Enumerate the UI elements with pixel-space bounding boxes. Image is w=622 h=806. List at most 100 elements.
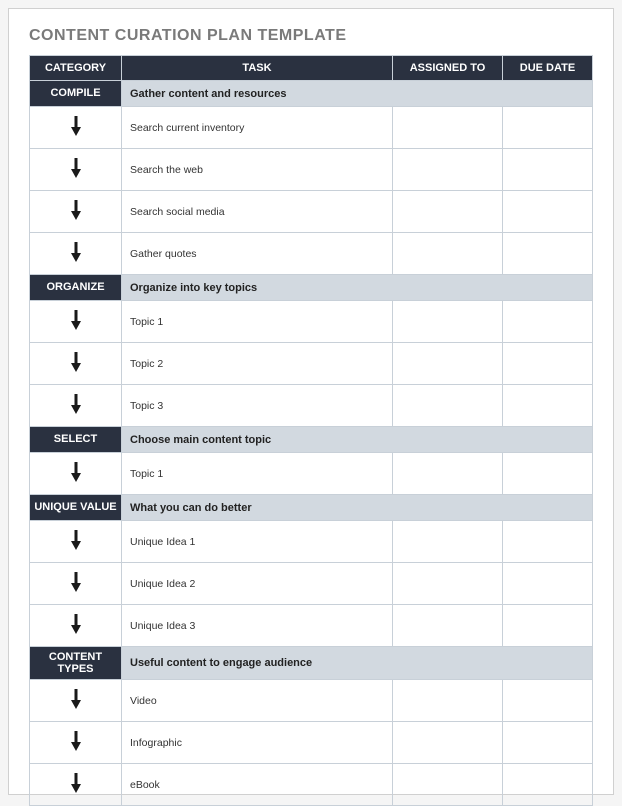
arrow-down-icon (68, 157, 84, 179)
assigned-cell (393, 301, 503, 343)
task-cell: Unique Idea 3 (122, 605, 393, 647)
due-cell (503, 191, 593, 233)
table-row: Unique Idea 3 (30, 605, 593, 647)
due-cell (503, 521, 593, 563)
task-cell: Video (122, 680, 393, 722)
task-cell: Gather quotes (122, 233, 393, 275)
assigned-cell (393, 343, 503, 385)
assigned-cell (393, 191, 503, 233)
assigned-cell (393, 107, 503, 149)
section-label: UNIQUE VALUE (30, 495, 122, 521)
due-cell (503, 343, 593, 385)
section-label: SELECT (30, 427, 122, 453)
section-header: CONTENT TYPESUseful content to engage au… (30, 647, 593, 680)
due-cell (503, 605, 593, 647)
arrow-down-icon (68, 351, 84, 373)
assigned-cell (393, 563, 503, 605)
row-icon-cell (30, 149, 122, 191)
col-assigned: ASSIGNED TO (393, 56, 503, 81)
table-row: Infographic (30, 722, 593, 764)
row-icon-cell (30, 385, 122, 427)
arrow-down-icon (68, 309, 84, 331)
task-cell: Search the web (122, 149, 393, 191)
row-icon-cell (30, 680, 122, 722)
task-cell: Infographic (122, 722, 393, 764)
table-row: Topic 1 (30, 301, 593, 343)
assigned-cell (393, 521, 503, 563)
task-cell: eBook (122, 764, 393, 806)
due-cell (503, 301, 593, 343)
page-title: CONTENT CURATION PLAN TEMPLATE (29, 27, 593, 45)
table-row: Video (30, 680, 593, 722)
arrow-down-icon (68, 199, 84, 221)
due-cell (503, 764, 593, 806)
row-icon-cell (30, 233, 122, 275)
row-icon-cell (30, 107, 122, 149)
task-cell: Search social media (122, 191, 393, 233)
row-icon-cell (30, 343, 122, 385)
section-header: SELECTChoose main content topic (30, 427, 593, 453)
table-row: Topic 2 (30, 343, 593, 385)
assigned-cell (393, 233, 503, 275)
arrow-down-icon (68, 529, 84, 551)
row-icon-cell (30, 191, 122, 233)
assigned-cell (393, 605, 503, 647)
row-icon-cell (30, 605, 122, 647)
due-cell (503, 233, 593, 275)
row-icon-cell (30, 521, 122, 563)
row-icon-cell (30, 453, 122, 495)
row-icon-cell (30, 563, 122, 605)
section-header: UNIQUE VALUEWhat you can do better (30, 495, 593, 521)
section-label: ORGANIZE (30, 275, 122, 301)
table-row: eBook (30, 764, 593, 806)
assigned-cell (393, 680, 503, 722)
section-desc: Choose main content topic (122, 427, 593, 453)
arrow-down-icon (68, 115, 84, 137)
plan-table: CATEGORY TASK ASSIGNED TO DUE DATE COMPI… (29, 55, 593, 806)
section-header: ORGANIZEOrganize into key topics (30, 275, 593, 301)
arrow-down-icon (68, 241, 84, 263)
task-cell: Unique Idea 2 (122, 563, 393, 605)
arrow-down-icon (68, 613, 84, 635)
assigned-cell (393, 722, 503, 764)
col-due: DUE DATE (503, 56, 593, 81)
arrow-down-icon (68, 688, 84, 710)
section-desc: Gather content and resources (122, 81, 593, 107)
task-cell: Unique Idea 1 (122, 521, 393, 563)
table-row: Unique Idea 2 (30, 563, 593, 605)
assigned-cell (393, 453, 503, 495)
due-cell (503, 680, 593, 722)
table-row: Search social media (30, 191, 593, 233)
assigned-cell (393, 764, 503, 806)
arrow-down-icon (68, 393, 84, 415)
section-desc: Useful content to engage audience (122, 647, 593, 680)
section-label: CONTENT TYPES (30, 647, 122, 680)
section-desc: What you can do better (122, 495, 593, 521)
due-cell (503, 563, 593, 605)
arrow-down-icon (68, 730, 84, 752)
row-icon-cell (30, 722, 122, 764)
due-cell (503, 722, 593, 764)
assigned-cell (393, 149, 503, 191)
table-row: Topic 3 (30, 385, 593, 427)
due-cell (503, 453, 593, 495)
arrow-down-icon (68, 772, 84, 794)
table-row: Search the web (30, 149, 593, 191)
section-desc: Organize into key topics (122, 275, 593, 301)
row-icon-cell (30, 764, 122, 806)
page: CONTENT CURATION PLAN TEMPLATE CATEGORY … (8, 8, 614, 795)
table-row: Gather quotes (30, 233, 593, 275)
section-header: COMPILEGather content and resources (30, 81, 593, 107)
due-cell (503, 385, 593, 427)
task-cell: Topic 1 (122, 453, 393, 495)
row-icon-cell (30, 301, 122, 343)
table-header-row: CATEGORY TASK ASSIGNED TO DUE DATE (30, 56, 593, 81)
table-row: Topic 1 (30, 453, 593, 495)
col-task: TASK (122, 56, 393, 81)
due-cell (503, 149, 593, 191)
task-cell: Topic 3 (122, 385, 393, 427)
col-category: CATEGORY (30, 56, 122, 81)
section-label: COMPILE (30, 81, 122, 107)
task-cell: Topic 1 (122, 301, 393, 343)
assigned-cell (393, 385, 503, 427)
